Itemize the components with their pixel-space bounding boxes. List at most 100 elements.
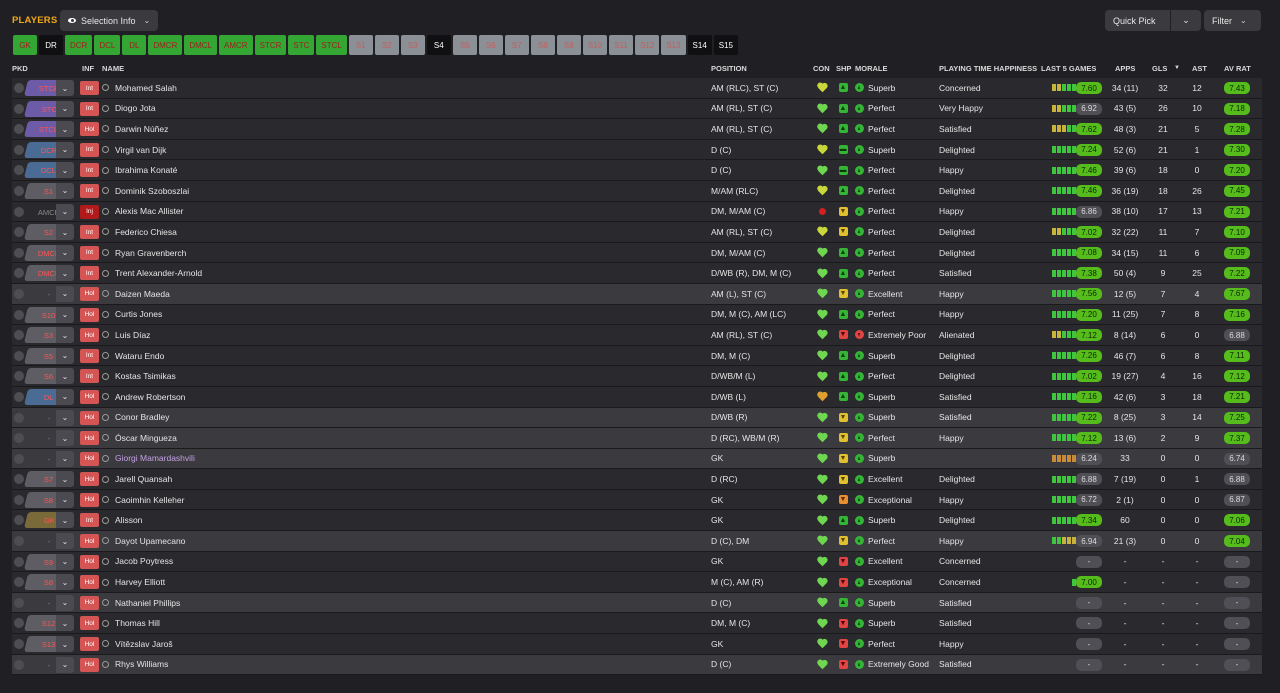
select-radio[interactable] bbox=[14, 330, 24, 341]
table-row[interactable]: DL ⌄ Hol Andrew Robertson D/WB (L) ▲ Superb Sat… bbox=[12, 386, 1262, 408]
player-name[interactable]: Rhys Williams bbox=[102, 655, 168, 675]
select-radio[interactable] bbox=[14, 412, 24, 423]
position-chip[interactable]: STCL bbox=[316, 35, 347, 55]
select-radio[interactable] bbox=[14, 206, 24, 217]
chevron-down-icon[interactable]: ⌄ bbox=[56, 430, 74, 447]
table-row[interactable]: S8 ⌄ Hol Harvey Elliott M (C), AM (R) ▼ Except… bbox=[12, 572, 1262, 593]
position-chip[interactable]: S3 bbox=[400, 35, 425, 55]
table-row[interactable]: S12 ⌄ Hol Thomas Hill DM, M (C) ▼ Superb Satisf… bbox=[12, 613, 1262, 635]
position-chip[interactable]: DL bbox=[122, 35, 147, 55]
chevron-down-icon[interactable]: ⌄ bbox=[56, 347, 74, 364]
position-chip[interactable]: AMCR bbox=[219, 35, 253, 55]
table-row[interactable]: S13 ⌄ Hol Vítězslav Jaroš GK ▼ Perfect Happy - - -… bbox=[12, 634, 1262, 655]
select-radio[interactable] bbox=[14, 597, 24, 608]
player-name[interactable]: Ibrahima Konaté bbox=[102, 160, 177, 180]
select-radio[interactable] bbox=[14, 103, 24, 114]
position-chip[interactable]: DMCR bbox=[148, 35, 183, 55]
player-name[interactable]: Luis Díaz bbox=[102, 325, 150, 345]
selection-info-button[interactable]: Selection Info ⌄ bbox=[60, 10, 159, 31]
select-radio[interactable] bbox=[14, 288, 24, 299]
select-radio[interactable] bbox=[14, 247, 24, 258]
col-inf[interactable]: INF bbox=[82, 64, 94, 73]
player-name[interactable]: Jacob Poytress bbox=[102, 552, 173, 572]
select-radio[interactable] bbox=[14, 536, 24, 547]
position-chip[interactable]: S2 bbox=[374, 35, 399, 55]
col-apps[interactable]: APPS bbox=[1115, 64, 1135, 73]
table-row[interactable]: S9 ⌄ Hol Jacob Poytress GK ▼ Excellent Concerne… bbox=[12, 551, 1262, 573]
table-row[interactable]: - ⌄ Hol Nathaniel Phillips D (C) ▲ Superb Satis… bbox=[12, 592, 1262, 614]
player-name[interactable]: Diogo Jota bbox=[102, 99, 156, 119]
position-chip[interactable]: S6 bbox=[478, 35, 503, 55]
quick-pick-dropdown[interactable]: ⌄ bbox=[1171, 10, 1201, 31]
position-chip[interactable]: S11 bbox=[609, 35, 634, 55]
select-radio[interactable] bbox=[14, 577, 24, 588]
chevron-down-icon[interactable]: ⌄ bbox=[56, 327, 74, 344]
chevron-down-icon[interactable]: ⌄ bbox=[56, 615, 74, 632]
chevron-down-icon[interactable]: ⌄ bbox=[56, 162, 74, 179]
chevron-down-icon[interactable]: ⌄ bbox=[56, 533, 74, 550]
chevron-down-icon[interactable]: ⌄ bbox=[56, 409, 74, 426]
col-pkd[interactable]: PKD bbox=[12, 64, 28, 73]
quick-pick-button[interactable]: Quick Pick bbox=[1105, 10, 1170, 31]
select-radio[interactable] bbox=[14, 165, 24, 176]
player-name[interactable]: Harvey Elliott bbox=[102, 572, 165, 592]
position-chip[interactable]: S14 bbox=[687, 35, 712, 55]
position-chip[interactable]: GK bbox=[13, 35, 37, 55]
position-chip[interactable]: STCR bbox=[254, 35, 287, 55]
player-name[interactable]: Daizen Maeda bbox=[102, 284, 170, 304]
player-name[interactable]: Virgil van Dijk bbox=[102, 140, 166, 160]
col-avrat[interactable]: AV RAT bbox=[1224, 64, 1251, 73]
select-radio[interactable] bbox=[14, 124, 24, 135]
select-radio[interactable] bbox=[14, 371, 24, 382]
col-morale[interactable]: MORALE bbox=[855, 64, 888, 73]
position-chip[interactable]: S7 bbox=[504, 35, 529, 55]
table-row[interactable]: S1 ⌄ Int Dominik Szoboszlai M/AM (RLC) ▲ Perfe… bbox=[12, 180, 1262, 202]
player-name[interactable]: Federico Chiesa bbox=[102, 222, 177, 242]
table-row[interactable]: S2 ⌄ Int Federico Chiesa AM (RL), ST (C) ▼ Per… bbox=[12, 222, 1262, 243]
chevron-down-icon[interactable]: ⌄ bbox=[56, 100, 74, 117]
chevron-down-icon[interactable]: ⌄ bbox=[56, 512, 74, 529]
position-chip[interactable]: DMCL bbox=[184, 35, 218, 55]
select-radio[interactable] bbox=[14, 515, 24, 526]
player-name[interactable]: Ryan Gravenberch bbox=[102, 243, 186, 263]
player-name[interactable]: Dayot Upamecano bbox=[102, 531, 185, 551]
player-name[interactable]: Óscar Mingueza bbox=[102, 428, 177, 448]
table-row[interactable]: - ⌄ Hol Giorgi Mamardashvili GK ▼ Superb 6.24 33… bbox=[12, 448, 1262, 470]
table-row[interactable]: STCL ⌄ Hol Darwin Núñez AM (RL), ST (C) ▲ Perf… bbox=[12, 119, 1262, 140]
chevron-down-icon[interactable]: ⌄ bbox=[56, 656, 74, 673]
col-con[interactable]: CON bbox=[813, 64, 830, 73]
table-row[interactable]: DCL ⌄ Int Ibrahima Konaté D (C) ▬ Perfect Happy… bbox=[12, 160, 1262, 181]
table-row[interactable]: - ⌄ Hol Conor Bradley D/WB (R) ▼ Superb Satisfi… bbox=[12, 407, 1262, 429]
select-radio[interactable] bbox=[14, 185, 24, 196]
chevron-down-icon[interactable]: ⌄ bbox=[56, 368, 74, 385]
player-name[interactable]: Trent Alexander-Arnold bbox=[102, 263, 202, 283]
position-chip[interactable]: S8 bbox=[530, 35, 555, 55]
filter-button[interactable]: Filter ⌄ bbox=[1204, 10, 1261, 31]
position-chip[interactable]: DCL bbox=[94, 35, 121, 55]
chevron-down-icon[interactable]: ⌄ bbox=[56, 265, 74, 282]
position-chip[interactable]: DR bbox=[39, 35, 63, 55]
table-row[interactable]: S5 ⌄ Int Wataru Endo DM, M (C) ▲ Superb Delight… bbox=[12, 345, 1262, 367]
chevron-down-icon[interactable]: ⌄ bbox=[56, 636, 74, 653]
position-chip[interactable]: S15 bbox=[713, 35, 738, 55]
player-name[interactable]: Vítězslav Jaroš bbox=[102, 634, 173, 654]
table-row[interactable]: S6 ⌄ Int Kostas Tsimikas D/WB/M (L) ▲ Perfect D… bbox=[12, 366, 1262, 387]
col-happiness[interactable]: PLAYING TIME HAPPINESS bbox=[939, 64, 1037, 73]
position-chip[interactable]: S12 bbox=[635, 35, 660, 55]
chevron-down-icon[interactable]: ⌄ bbox=[56, 594, 74, 611]
select-radio[interactable] bbox=[14, 659, 24, 670]
position-chip[interactable]: DCR bbox=[65, 35, 93, 55]
player-name[interactable]: Alexis Mac Allister bbox=[102, 202, 184, 222]
table-row[interactable]: DMCR ⌄ Int Ryan Gravenberch DM, M/AM (C) ▲ Per… bbox=[12, 242, 1262, 264]
player-name[interactable]: Curtis Jones bbox=[102, 305, 162, 325]
select-radio[interactable] bbox=[14, 391, 24, 402]
player-name[interactable]: Giorgi Mamardashvili bbox=[102, 449, 195, 469]
col-shp[interactable]: SHP bbox=[836, 64, 851, 73]
col-position[interactable]: POSITION bbox=[711, 64, 747, 73]
chevron-down-icon[interactable]: ⌄ bbox=[56, 574, 74, 591]
position-chip[interactable]: S5 bbox=[452, 35, 477, 55]
position-chip[interactable]: STC bbox=[288, 35, 315, 55]
select-radio[interactable] bbox=[14, 474, 24, 485]
player-name[interactable]: Andrew Robertson bbox=[102, 387, 185, 407]
select-radio[interactable] bbox=[14, 268, 24, 279]
